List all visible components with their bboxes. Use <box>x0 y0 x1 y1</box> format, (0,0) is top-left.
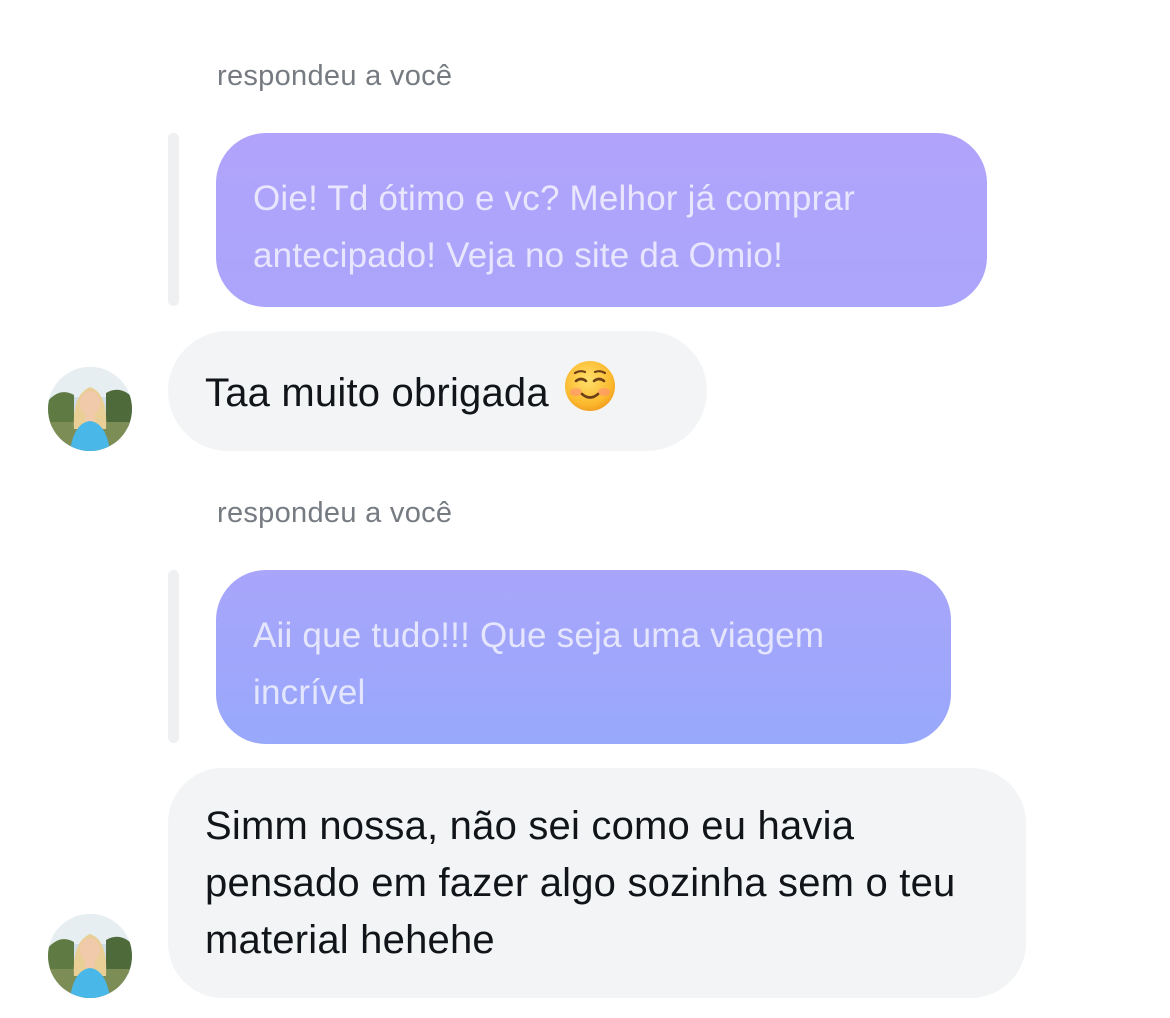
quoted-message-text: Aii que tudo!!! Que seja uma viagem incr… <box>253 616 825 712</box>
quote-bar <box>168 133 179 306</box>
reply-label: respondeu a você <box>217 497 453 529</box>
message-text: Taa muito obrigada <box>205 371 549 416</box>
message-bubble[interactable]: Taa muito obrigada <box>168 331 707 451</box>
smiling-face-icon <box>563 359 617 426</box>
avatar[interactable] <box>48 914 132 998</box>
quote-bar <box>168 570 179 743</box>
quoted-message-bubble[interactable]: Oie! Td ótimo e vc? Melhor já comprar an… <box>216 133 987 307</box>
avatar-photo <box>48 367 132 451</box>
quoted-message-bubble[interactable]: Aii que tudo!!! Que seja uma viagem incr… <box>216 570 951 744</box>
avatar[interactable] <box>48 367 132 451</box>
avatar-photo <box>48 914 132 998</box>
message-bubble[interactable]: Simm nossa, não sei como eu havia pensad… <box>168 768 1026 998</box>
message-text: Simm nossa, não sei como eu havia pensad… <box>205 804 956 962</box>
reply-label: respondeu a você <box>217 60 453 92</box>
quoted-message-text: Oie! Td ótimo e vc? Melhor já comprar an… <box>253 179 855 275</box>
